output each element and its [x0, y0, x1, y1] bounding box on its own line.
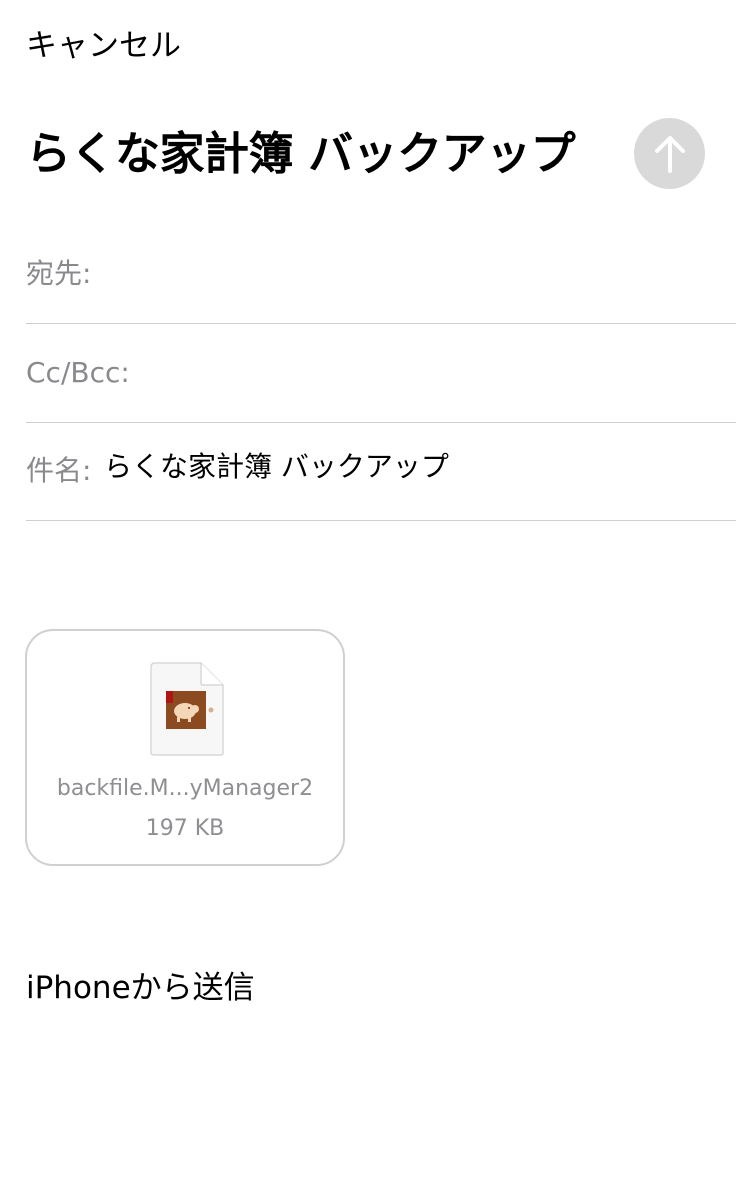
subject-field[interactable]: 件名: らくな家計簿 バックアップ	[26, 423, 736, 521]
title-row: らくな家計簿 バックアップ	[26, 118, 716, 190]
email-signature[interactable]: iPhoneから送信	[26, 966, 255, 1010]
arrow-up-icon	[654, 135, 685, 173]
cc-bcc-label: Cc/Bcc:	[26, 356, 130, 389]
cc-bcc-input[interactable]	[144, 349, 704, 397]
to-field: 宛先:	[26, 226, 736, 324]
cancel-button[interactable]: キャンセル	[26, 26, 181, 66]
piggy-bank-file-icon	[150, 662, 224, 756]
mail-compose-screen: キャンセル らくな家計簿 バックアップ 宛先: Cc/Bcc: 件名: らくな家…	[0, 0, 736, 1177]
subject-label: 件名:	[26, 454, 92, 487]
attachment-card[interactable]: backfile.M...yManager2 197 KB	[25, 629, 345, 866]
send-button[interactable]	[634, 118, 705, 189]
to-input[interactable]	[98, 250, 698, 298]
attachment-filesize: 197 KB	[145, 816, 225, 841]
to-label: 宛先:	[26, 257, 92, 290]
attachment-filename: backfile.M...yManager2	[56, 776, 314, 801]
subject-value[interactable]: らくな家計簿 バックアップ	[104, 447, 449, 487]
cc-bcc-field: Cc/Bcc:	[26, 325, 736, 423]
page-title: らくな家計簿 バックアップ	[26, 127, 576, 180]
